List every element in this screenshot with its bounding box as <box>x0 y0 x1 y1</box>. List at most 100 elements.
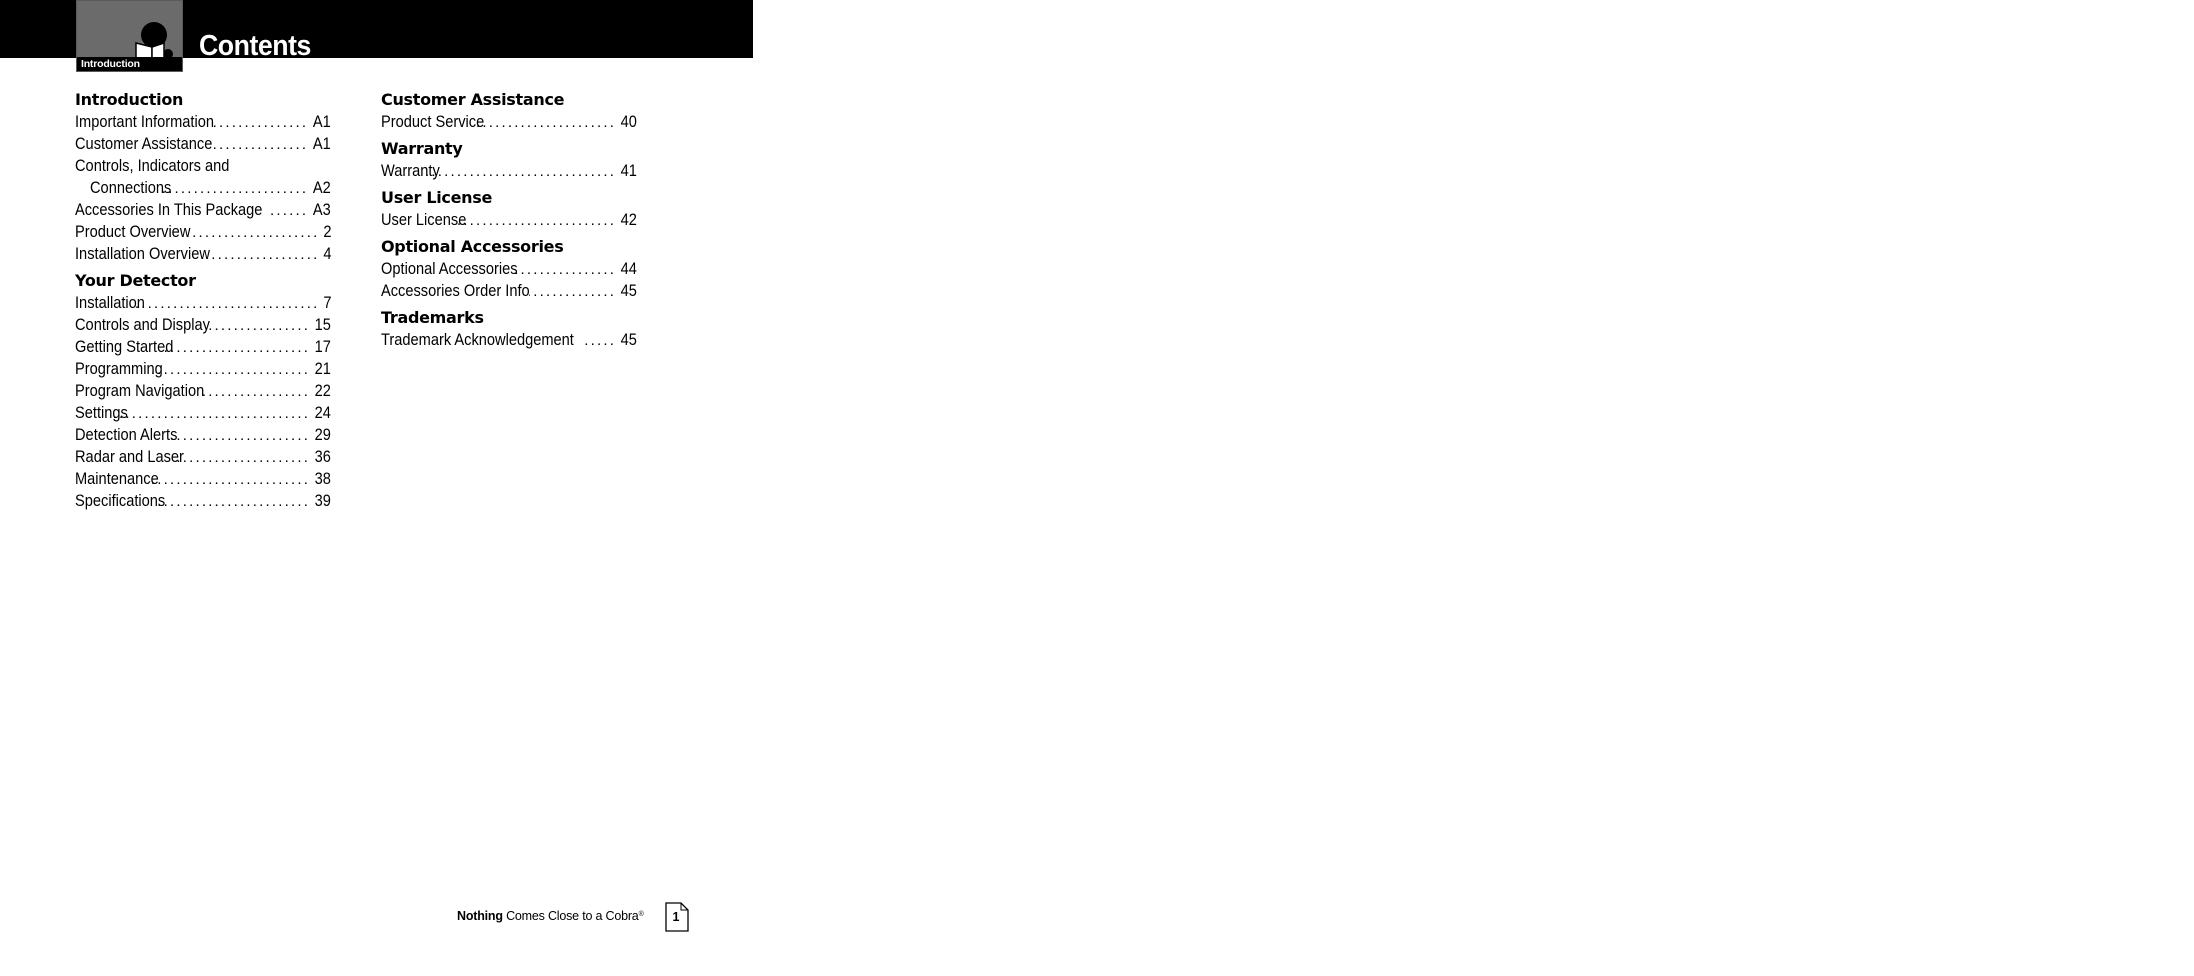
toc-left-column: Introduction Important Information.......… <box>75 89 331 512</box>
toc-page-number: 7 <box>322 293 331 312</box>
toc-page-number: 42 <box>620 210 637 229</box>
toc-entry-text: Customer Assistance <box>75 134 213 153</box>
toc-section-heading: Customer Assistance <box>381 90 565 109</box>
toc-right-column: Customer Assistance Product Service......… <box>381 89 637 351</box>
toc-page-number: 41 <box>620 161 637 180</box>
toc-page-number: 38 <box>314 469 331 488</box>
toc-entry[interactable]: Program Navigation......................… <box>75 380 331 402</box>
toc-section-heading: Introduction <box>75 90 184 109</box>
toc-entry-text: Detection Alerts <box>75 425 178 444</box>
toc-entry[interactable]: Detection Alerts........................… <box>75 424 331 446</box>
toc-entry[interactable]: Accessories Order Info..................… <box>381 280 637 302</box>
toc-section-heading: User License <box>381 188 493 207</box>
dot-leader: ........................................ <box>176 449 311 466</box>
toc-page-number: A1 <box>313 112 331 131</box>
dot-leader: ........................................ <box>581 332 617 349</box>
section-tab-label: Introduction <box>77 57 182 71</box>
toc-section-heading: Your Detector <box>75 271 196 290</box>
footer-slogan: Nothing Comes Close to a Cobra® <box>457 907 644 924</box>
toc-page-number: 36 <box>314 447 331 466</box>
dot-leader: ........................................ <box>161 180 309 197</box>
dot-leader: ........................................ <box>184 224 320 241</box>
dot-leader: ........................................ <box>131 295 320 312</box>
toc-entry[interactable]: Settings................................… <box>75 402 331 424</box>
toc-entry-text: Program Navigation <box>75 381 205 400</box>
toc-page-number: 44 <box>620 259 637 278</box>
toc-entry[interactable]: Optional Accessories....................… <box>381 258 637 280</box>
toc-entry-text: Optional Accessories <box>381 259 518 278</box>
toc-entry-text: Getting Started <box>75 337 174 356</box>
toc-page-number: A1 <box>313 134 331 153</box>
dot-leader: ........................................ <box>155 493 311 510</box>
dot-leader: ........................................ <box>456 212 617 229</box>
toc-entry-text: Product Overview <box>75 222 191 241</box>
toc-page-number: A2 <box>313 178 331 197</box>
dot-leader: ........................................ <box>207 246 320 263</box>
toc-entry-text: Maintenance <box>75 469 159 488</box>
toc-page-number: 24 <box>314 403 331 422</box>
toc-section-heading: Optional Accessories <box>381 237 564 256</box>
toc-page-number: 45 <box>620 330 637 349</box>
toc-entry[interactable]: User License............................… <box>381 209 637 231</box>
toc-page-number: 45 <box>620 281 637 300</box>
toc-entry-text: Product Service <box>381 112 485 131</box>
toc-entry[interactable]: Getting Started.........................… <box>75 336 331 358</box>
toc-entry[interactable]: Product Overview........................… <box>75 221 331 243</box>
toc-entry[interactable]: Maintenance.............................… <box>75 468 331 490</box>
toc-entry[interactable]: Controls and Display....................… <box>75 314 331 336</box>
toc-entry[interactable]: Important Information...................… <box>75 111 331 133</box>
dot-leader: ........................................ <box>529 283 617 300</box>
toc-entry[interactable]: Specifications..........................… <box>75 490 331 512</box>
toc-entry[interactable]: Product Service.........................… <box>381 111 637 133</box>
toc-page-number: 39 <box>314 491 331 510</box>
toc-entry-line: Controls, Indicators and <box>75 155 331 177</box>
toc-entry[interactable]: Installation Overview...................… <box>75 243 331 265</box>
toc-entry-text: Important Information <box>75 112 214 131</box>
toc-entry[interactable]: Programming.............................… <box>75 358 331 380</box>
dot-leader: ........................................ <box>212 114 309 131</box>
toc-entry-text: Installation <box>75 293 145 312</box>
toc-entry-text: Accessories In This Package <box>75 200 263 219</box>
slogan-bold: Nothing <box>457 909 503 923</box>
toc-entry-text: Controls, Indicators and <box>75 156 230 175</box>
dot-leader: ........................................ <box>207 317 311 334</box>
toc-entry[interactable]: Connections.............................… <box>75 177 331 199</box>
dot-leader: ........................................ <box>210 136 309 153</box>
toc-entry[interactable]: Customer Assistance.....................… <box>75 133 331 155</box>
toc-entry-text: Warranty <box>381 161 440 180</box>
page-number: 1 <box>672 910 680 924</box>
dot-leader: ........................................ <box>515 261 617 278</box>
dot-leader: ........................................ <box>476 114 617 131</box>
toc-page-number: 15 <box>314 315 331 334</box>
toc-entry-text: Programming <box>75 359 163 378</box>
toc-page-number: 17 <box>314 337 331 356</box>
page-title: Contents <box>199 30 311 62</box>
dot-leader: ........................................ <box>152 361 311 378</box>
toc-page-number: 40 <box>620 112 637 131</box>
section-tab-introduction: Introduction <box>76 0 183 72</box>
slogan-rest: Comes Close to a Cobra <box>506 909 639 923</box>
toc-entry-text: Installation Overview <box>75 244 210 263</box>
toc-page-number: 22 <box>314 381 331 400</box>
toc-entry-text: Connections <box>90 178 172 197</box>
toc-page-number: 2 <box>322 222 331 241</box>
toc-section-heading: Warranty <box>381 139 463 158</box>
toc-page-number: A3 <box>313 200 331 219</box>
toc-entry[interactable]: Trademark Acknowledgement...............… <box>381 329 637 351</box>
toc-entry[interactable]: Radar and Laser.........................… <box>75 446 331 468</box>
dot-leader: ........................................ <box>112 405 311 422</box>
toc-page-number: 4 <box>322 244 331 263</box>
registered-mark: ® <box>638 911 644 918</box>
toc-page-number: 21 <box>314 359 331 378</box>
toc-entry-text: Accessories Order Info <box>381 281 530 300</box>
toc-entry-text: Trademark Acknowledgement <box>381 330 574 349</box>
dot-leader: ........................................ <box>201 383 311 400</box>
toc-entry-text: Settings <box>75 403 128 422</box>
toc-entry[interactable]: Installation............................… <box>75 292 331 314</box>
toc-entry[interactable]: Accessories In This Package.............… <box>75 199 331 221</box>
dot-leader: ........................................ <box>169 427 311 444</box>
toc-entry[interactable]: Warranty................................… <box>381 160 637 182</box>
toc-page-number: 29 <box>314 425 331 444</box>
toc-section-heading: Trademarks <box>381 308 484 327</box>
dot-leader: ........................................ <box>148 471 311 488</box>
